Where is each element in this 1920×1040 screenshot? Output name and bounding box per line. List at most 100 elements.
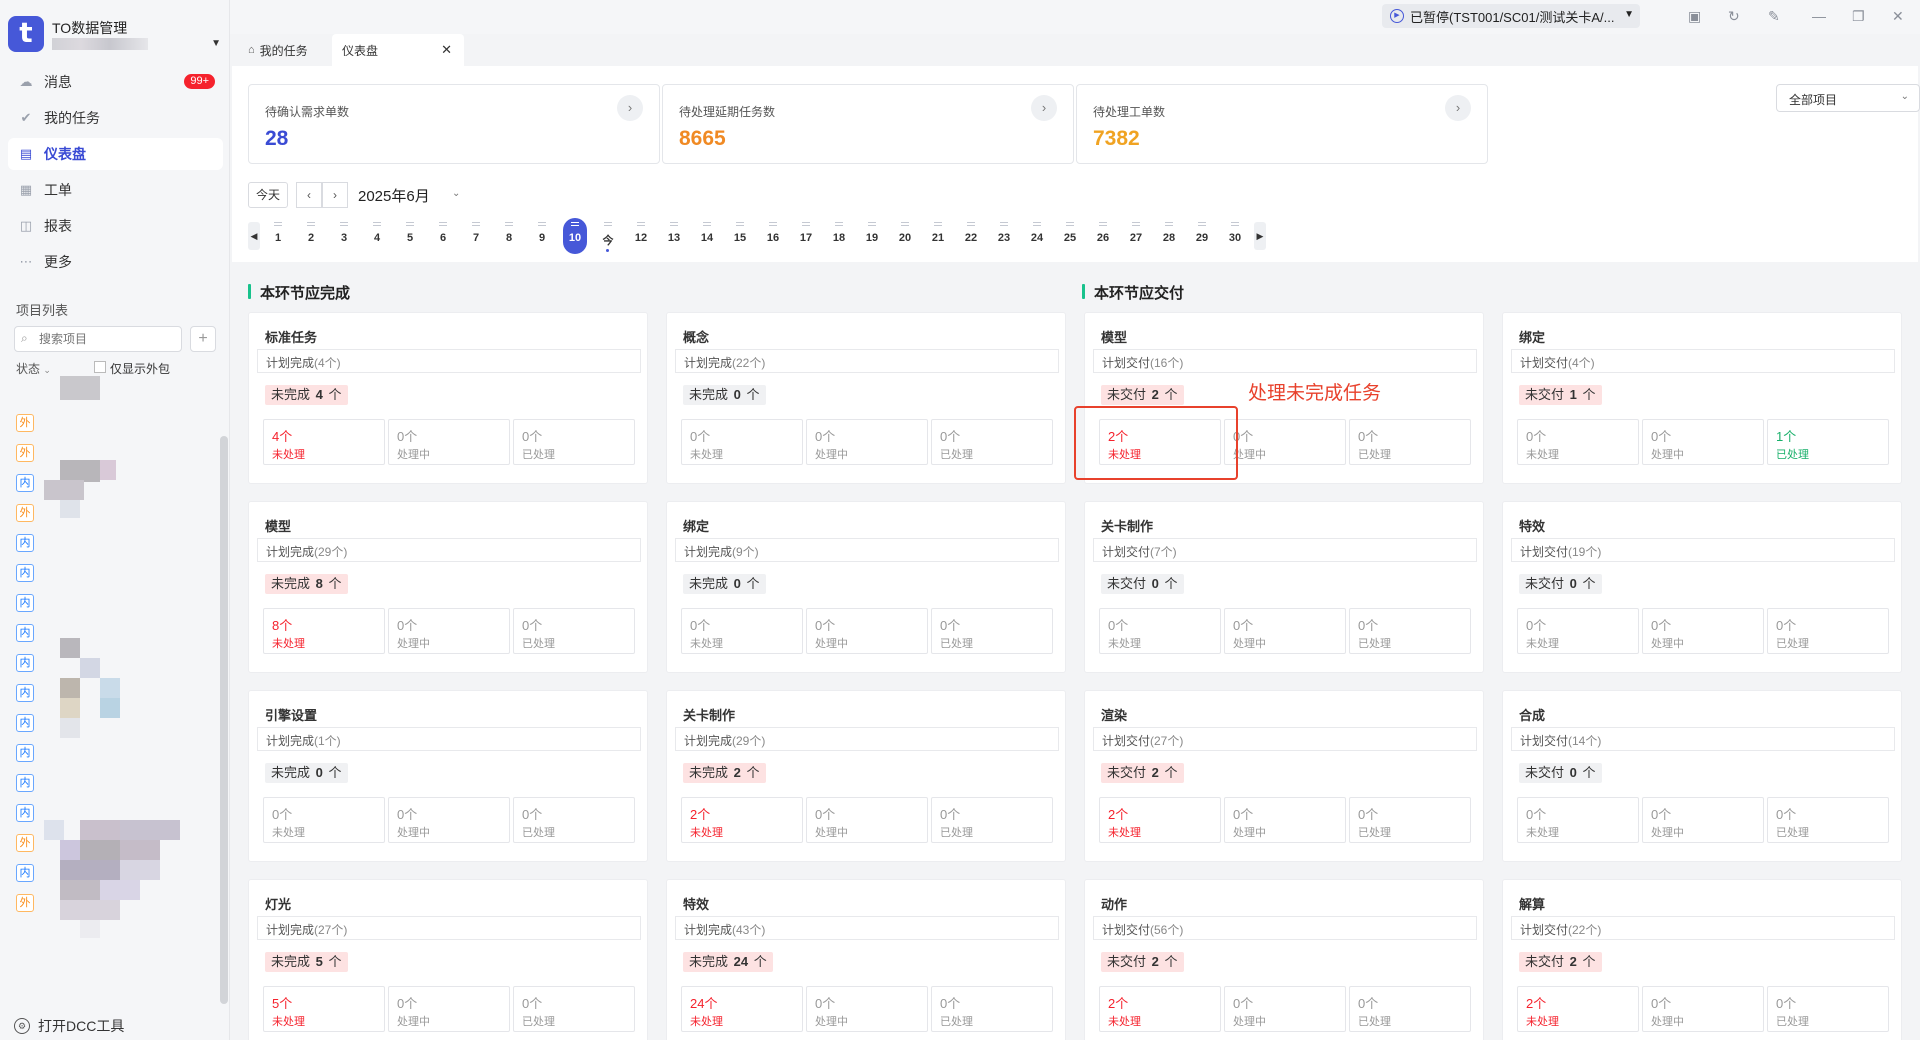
stat-processed[interactable]: 0个 已处理 <box>1349 419 1471 465</box>
calendar-day[interactable]: 30 <box>1223 218 1247 254</box>
calendar-day[interactable]: 12 <box>629 218 653 254</box>
project-tag-internal[interactable]: 内 <box>16 714 34 732</box>
stat-unprocessed[interactable]: 8个 未处理 <box>263 608 385 654</box>
stat-processed[interactable]: 0个 已处理 <box>1349 797 1471 843</box>
calendar-day[interactable]: 5 <box>398 218 422 254</box>
stat-unprocessed[interactable]: 0个 未处理 <box>263 797 385 843</box>
chevron-right-icon[interactable]: › <box>1445 95 1471 121</box>
stat-processing[interactable]: 0个 处理中 <box>1224 797 1346 843</box>
unfinished-badge[interactable]: 未交付 1 个 <box>1519 385 1602 405</box>
unfinished-badge[interactable]: 未完成 4 个 <box>265 385 348 405</box>
status-filter[interactable]: 状态 ⌄ <box>16 360 51 377</box>
stat-processed[interactable]: 0个 已处理 <box>931 986 1053 1032</box>
calendar-day[interactable]: 1 <box>266 218 290 254</box>
project-tag-internal[interactable]: 内 <box>16 594 34 612</box>
app-brand[interactable]: t TO数据管理 ▼ <box>8 16 223 54</box>
stat-processing[interactable]: 0个 处理中 <box>388 608 510 654</box>
stat-processing[interactable]: 0个 处理中 <box>1224 419 1346 465</box>
prev-days-button[interactable]: ◀ <box>248 222 260 250</box>
chevron-right-icon[interactable]: › <box>617 95 643 121</box>
sidebar-item-2[interactable]: ▤ 仪表盘 <box>8 138 223 170</box>
calendar-day[interactable]: 今 <box>596 218 620 254</box>
project-tag-internal[interactable]: 内 <box>16 474 34 492</box>
calendar-day[interactable]: 10 <box>563 218 587 254</box>
unfinished-badge[interactable]: 未交付 2 个 <box>1101 385 1184 405</box>
project-tag-internal[interactable]: 内 <box>16 654 34 672</box>
close-window-icon[interactable]: ✕ <box>1892 8 1904 25</box>
tab-my-tasks[interactable]: ⌂ 我的任务 <box>244 34 332 66</box>
stat-unprocessed[interactable]: 0个 未处理 <box>1099 608 1221 654</box>
calendar-day[interactable]: 3 <box>332 218 356 254</box>
task-card[interactable]: 引擎设置 计划完成(1个) 未完成 0 个 0个 未处理 0个 处理中 0个 已处理 <box>248 690 648 862</box>
calendar-day[interactable]: 6 <box>431 218 455 254</box>
task-card[interactable]: 合成 计划交付(14个) 未交付 0 个 0个 未处理 0个 处理中 0个 已处理 <box>1502 690 1902 862</box>
stat-processed[interactable]: 1个 已处理 <box>1767 419 1889 465</box>
stat-unprocessed[interactable]: 2个 未处理 <box>1517 986 1639 1032</box>
task-card[interactable]: 解算 计划交付(22个) 未交付 2 个 2个 未处理 0个 处理中 0个 已处理 <box>1502 879 1902 1040</box>
stat-unprocessed[interactable]: 0个 未处理 <box>681 608 803 654</box>
sidebar-item-0[interactable]: ☁ 消息 99+ <box>8 66 223 98</box>
stat-processed[interactable]: 0个 已处理 <box>513 608 635 654</box>
unfinished-badge[interactable]: 未交付 2 个 <box>1101 952 1184 972</box>
unfinished-badge[interactable]: 未完成 8 个 <box>265 574 348 594</box>
stat-processed[interactable]: 0个 已处理 <box>1767 986 1889 1032</box>
unfinished-badge[interactable]: 未交付 0 个 <box>1519 763 1602 783</box>
calendar-day[interactable]: 27 <box>1124 218 1148 254</box>
project-tag-internal[interactable]: 内 <box>16 744 34 762</box>
unfinished-badge[interactable]: 未交付 2 个 <box>1101 763 1184 783</box>
task-status-dropdown[interactable]: ▶ 已暂停(TST001/SC01/测试关卡A/... ▼ <box>1382 4 1640 28</box>
calendar-day[interactable]: 13 <box>662 218 686 254</box>
stat-processing[interactable]: 0个 处理中 <box>388 986 510 1032</box>
stat-unprocessed[interactable]: 0个 未处理 <box>681 419 803 465</box>
task-card[interactable]: 绑定 计划交付(4个) 未交付 1 个 0个 未处理 0个 处理中 1个 已处理 <box>1502 312 1902 484</box>
project-tag-outsource[interactable]: 外 <box>16 894 34 912</box>
task-card[interactable]: 渲染 计划交付(27个) 未交付 2 个 2个 未处理 0个 处理中 0个 已处理 <box>1084 690 1484 862</box>
chevron-down-icon[interactable]: ⌄ <box>452 188 460 199</box>
next-month-button[interactable]: › <box>322 182 348 208</box>
kpi-card-0[interactable]: 待确认需求单数 28 › <box>248 84 660 164</box>
unfinished-badge[interactable]: 未完成 0 个 <box>683 385 766 405</box>
stat-unprocessed[interactable]: 2个 未处理 <box>1099 986 1221 1032</box>
project-tag-internal[interactable]: 内 <box>16 864 34 882</box>
calendar-day[interactable]: 26 <box>1091 218 1115 254</box>
today-button[interactable]: 今天 <box>248 182 288 208</box>
task-card[interactable]: 绑定 计划完成(9个) 未完成 0 个 0个 未处理 0个 处理中 0个 已处理 <box>666 501 1066 673</box>
kpi-card-2[interactable]: 待处理工单数 7382 › <box>1076 84 1488 164</box>
calendar-day[interactable]: 22 <box>959 218 983 254</box>
chevron-down-icon[interactable]: ▼ <box>211 38 221 49</box>
unfinished-badge[interactable]: 未交付 0 个 <box>1519 574 1602 594</box>
calendar-day[interactable]: 16 <box>761 218 785 254</box>
stat-processed[interactable]: 0个 已处理 <box>931 419 1053 465</box>
task-card[interactable]: 标准任务 计划完成(4个) 未完成 4 个 4个 未处理 0个 处理中 0个 已处理 <box>248 312 648 484</box>
stat-unprocessed[interactable]: 0个 未处理 <box>1517 608 1639 654</box>
stat-unprocessed[interactable]: 0个 未处理 <box>1517 797 1639 843</box>
stat-processed[interactable]: 0个 已处理 <box>1767 797 1889 843</box>
unfinished-badge[interactable]: 未完成 0 个 <box>265 763 348 783</box>
restore-icon[interactable]: ❐ <box>1852 8 1865 25</box>
calendar-day[interactable]: 21 <box>926 218 950 254</box>
unfinished-badge[interactable]: 未完成 0 个 <box>683 574 766 594</box>
add-project-button[interactable]: + <box>190 326 216 352</box>
calendar-day[interactable]: 23 <box>992 218 1016 254</box>
project-tag-internal[interactable]: 内 <box>16 774 34 792</box>
calendar-day[interactable]: 15 <box>728 218 752 254</box>
stat-processing[interactable]: 0个 处理中 <box>388 419 510 465</box>
stat-processing[interactable]: 0个 处理中 <box>1642 608 1764 654</box>
stat-unprocessed[interactable]: 0个 未处理 <box>1517 419 1639 465</box>
stat-processing[interactable]: 0个 处理中 <box>806 797 928 843</box>
task-card[interactable]: 概念 计划完成(22个) 未完成 0 个 0个 未处理 0个 处理中 0个 已处理 <box>666 312 1066 484</box>
project-search-input[interactable] <box>14 326 182 352</box>
next-days-button[interactable]: ▶ <box>1254 222 1266 250</box>
task-card[interactable]: 动作 计划交付(56个) 未交付 2 个 2个 未处理 0个 处理中 0个 已处理 <box>1084 879 1484 1040</box>
chevron-right-icon[interactable]: › <box>1031 95 1057 121</box>
unfinished-badge[interactable]: 未完成 2 个 <box>683 763 766 783</box>
project-tag-internal[interactable]: 内 <box>16 624 34 642</box>
stat-processing[interactable]: 0个 处理中 <box>1224 608 1346 654</box>
project-tag-internal[interactable]: 内 <box>16 564 34 582</box>
stat-processing[interactable]: 0个 处理中 <box>1642 797 1764 843</box>
calendar-day[interactable]: 29 <box>1190 218 1214 254</box>
prev-month-button[interactable]: ‹ <box>296 182 322 208</box>
unfinished-badge[interactable]: 未完成 24 个 <box>683 952 773 972</box>
calendar-day[interactable]: 18 <box>827 218 851 254</box>
minimize-icon[interactable]: — <box>1812 8 1826 24</box>
